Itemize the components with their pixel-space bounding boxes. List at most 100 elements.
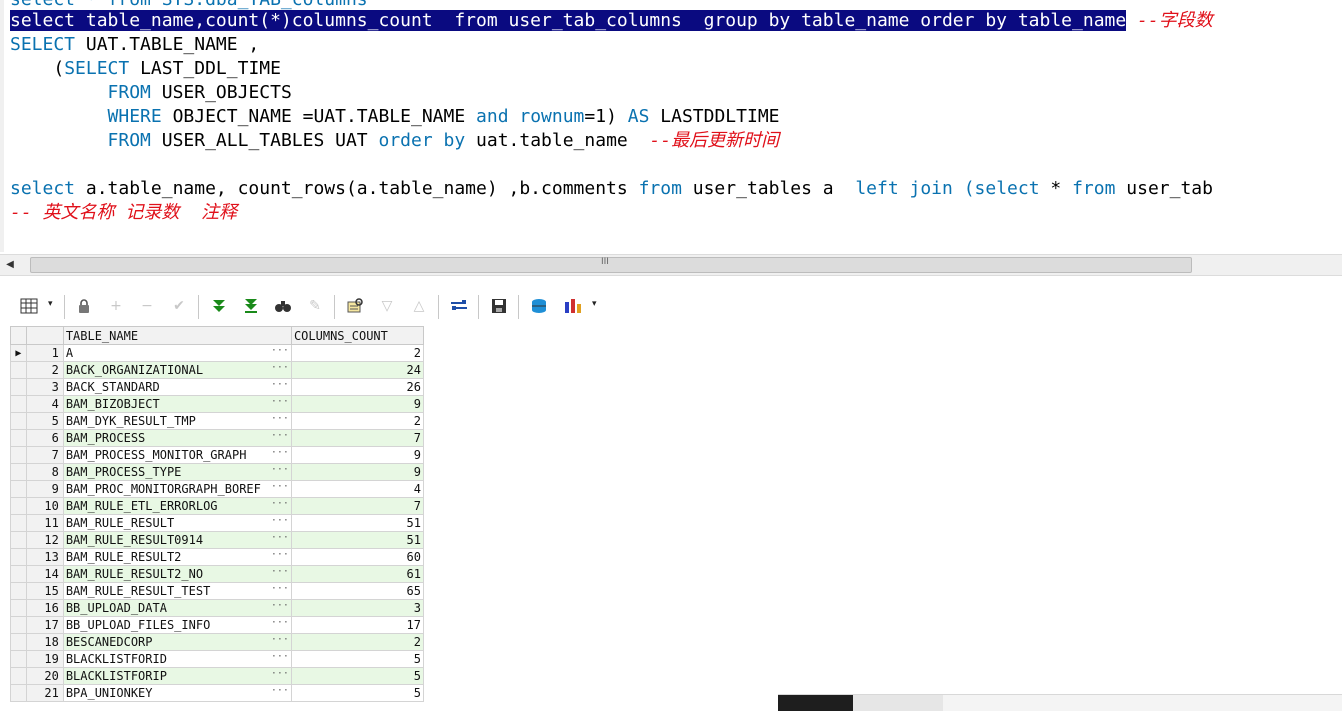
- cell-columns-count[interactable]: 7: [290, 429, 425, 447]
- column-header-columns-count[interactable]: COLUMNS_COUNT: [290, 326, 425, 345]
- cell-columns-count[interactable]: 26: [290, 378, 425, 396]
- save-icon[interactable]: [488, 295, 510, 317]
- next-icon[interactable]: △: [408, 295, 430, 317]
- cell-table-name[interactable]: BAM_RULE_RESULT0914 ···: [62, 531, 292, 549]
- cell-columns-count[interactable]: 9: [290, 395, 425, 413]
- cell-table-name[interactable]: BLACKLISTFORIP ···: [62, 667, 292, 685]
- cell-ellipsis-button[interactable]: ···: [271, 448, 289, 459]
- cell-ellipsis-button[interactable]: ···: [271, 669, 289, 680]
- table-row[interactable]: 14 BAM_RULE_RESULT2_NO ··· 61: [10, 565, 425, 583]
- cell-table-name[interactable]: BESCANEDCORP ···: [62, 633, 292, 651]
- cell-columns-count[interactable]: 61: [290, 565, 425, 583]
- cell-columns-count[interactable]: 51: [290, 531, 425, 549]
- cell-table-name[interactable]: BAM_PROC_MONITORGRAPH_BOREF ···: [62, 480, 292, 498]
- table-row[interactable]: 7 BAM_PROCESS_MONITOR_GRAPH ··· 9: [10, 446, 425, 464]
- cell-table-name[interactable]: BAM_DYK_RESULT_TMP ···: [62, 412, 292, 430]
- cell-ellipsis-button[interactable]: ···: [271, 499, 289, 510]
- table-row[interactable]: 20 BLACKLISTFORIP ··· 5: [10, 667, 425, 685]
- scroll-left-arrow-icon[interactable]: ◀: [2, 258, 18, 272]
- export-icon[interactable]: [528, 295, 550, 317]
- cell-columns-count[interactable]: 51: [290, 514, 425, 532]
- cell-ellipsis-button[interactable]: ···: [271, 533, 289, 544]
- result-grid[interactable]: TABLE_NAME COLUMNS_COUNT ▶ 1 A ··· 2 2 BACK_OR…: [10, 326, 425, 702]
- cell-ellipsis-button[interactable]: ···: [271, 516, 289, 527]
- cell-columns-count[interactable]: 3: [290, 599, 425, 617]
- table-row[interactable]: 16 BB_UPLOAD_DATA ··· 3: [10, 599, 425, 617]
- refresh-icon[interactable]: [448, 295, 470, 317]
- cell-ellipsis-button[interactable]: ···: [271, 482, 289, 493]
- cell-columns-count[interactable]: 24: [290, 361, 425, 379]
- cell-table-name[interactable]: BAM_RULE_RESULT_TEST ···: [62, 582, 292, 600]
- grid-view-icon[interactable]: [18, 295, 40, 317]
- cell-columns-count[interactable]: 65: [290, 582, 425, 600]
- cell-ellipsis-button[interactable]: ···: [271, 618, 289, 629]
- table-row[interactable]: 8 BAM_PROCESS_TYPE ··· 9: [10, 463, 425, 481]
- table-row[interactable]: 13 BAM_RULE_RESULT2 ··· 60: [10, 548, 425, 566]
- table-row[interactable]: 21 BPA_UNIONKEY ··· 5: [10, 684, 425, 702]
- table-row[interactable]: ▶ 1 A ··· 2: [10, 344, 425, 362]
- add-record-icon[interactable]: +: [105, 295, 127, 317]
- table-row[interactable]: 11 BAM_RULE_RESULT ··· 51: [10, 514, 425, 532]
- table-row[interactable]: 3 BACK_STANDARD ··· 26: [10, 378, 425, 396]
- cell-table-name[interactable]: BPA_UNIONKEY ···: [62, 684, 292, 702]
- cell-table-name[interactable]: BAM_RULE_RESULT2 ···: [62, 548, 292, 566]
- cell-ellipsis-button[interactable]: ···: [271, 635, 289, 646]
- table-row[interactable]: 15 BAM_RULE_RESULT_TEST ··· 65: [10, 582, 425, 600]
- cell-table-name[interactable]: BAM_RULE_ETL_ERRORLOG ···: [62, 497, 292, 515]
- cell-columns-count[interactable]: 5: [290, 667, 425, 685]
- cell-ellipsis-button[interactable]: ···: [271, 465, 289, 476]
- table-row[interactable]: 2 BACK_ORGANIZATIONAL ··· 24: [10, 361, 425, 379]
- table-row[interactable]: 18 BESCANEDCORP ··· 2: [10, 633, 425, 651]
- cell-table-name[interactable]: BLACKLISTFORID ···: [62, 650, 292, 668]
- chart-dropdown-icon[interactable]: ▾: [592, 299, 597, 309]
- fetch-next-icon[interactable]: [208, 295, 230, 317]
- cell-ellipsis-button[interactable]: ···: [271, 380, 289, 391]
- table-row[interactable]: 10 BAM_RULE_ETL_ERRORLOG ··· 7: [10, 497, 425, 515]
- table-row[interactable]: 12 BAM_RULE_RESULT0914 ··· 51: [10, 531, 425, 549]
- table-row[interactable]: 4 BAM_BIZOBJECT ··· 9: [10, 395, 425, 413]
- lock-icon[interactable]: [73, 295, 95, 317]
- fetch-last-icon[interactable]: [240, 295, 262, 317]
- cell-table-name[interactable]: BAM_RULE_RESULT ···: [62, 514, 292, 532]
- cell-table-name[interactable]: BB_UPLOAD_DATA ···: [62, 599, 292, 617]
- cell-ellipsis-button[interactable]: ···: [271, 363, 289, 374]
- cell-ellipsis-button[interactable]: ···: [271, 414, 289, 425]
- cell-columns-count[interactable]: 2: [290, 633, 425, 651]
- cell-table-name[interactable]: BAM_RULE_RESULT2_NO ···: [62, 565, 292, 583]
- previous-icon[interactable]: ▽: [376, 295, 398, 317]
- cell-table-name[interactable]: BAM_PROCESS ···: [62, 429, 292, 447]
- cell-ellipsis-button[interactable]: ···: [271, 601, 289, 612]
- cell-ellipsis-button[interactable]: ···: [271, 652, 289, 663]
- post-changes-icon[interactable]: ✔: [168, 295, 190, 317]
- cell-columns-count[interactable]: 5: [290, 650, 425, 668]
- cell-columns-count[interactable]: 60: [290, 548, 425, 566]
- table-row[interactable]: 5 BAM_DYK_RESULT_TMP ··· 2: [10, 412, 425, 430]
- cell-columns-count[interactable]: 5: [290, 684, 425, 702]
- delete-record-icon[interactable]: −: [136, 295, 158, 317]
- cell-ellipsis-button[interactable]: ···: [271, 584, 289, 595]
- dropdown-arrow-icon[interactable]: ▾: [48, 299, 53, 309]
- table-row[interactable]: 17 BB_UPLOAD_FILES_INFO ··· 17: [10, 616, 425, 634]
- cell-table-name[interactable]: BAM_BIZOBJECT ···: [62, 395, 292, 413]
- column-header-table-name[interactable]: TABLE_NAME: [62, 326, 292, 345]
- find-icon[interactable]: [272, 295, 294, 317]
- cell-columns-count[interactable]: 7: [290, 497, 425, 515]
- cell-table-name[interactable]: BAM_PROCESS_MONITOR_GRAPH ···: [62, 446, 292, 464]
- cell-columns-count[interactable]: 2: [290, 412, 425, 430]
- cell-table-name[interactable]: BACK_STANDARD ···: [62, 378, 292, 396]
- scrollbar-thumb[interactable]: [30, 257, 1192, 273]
- clear-icon[interactable]: ✎: [304, 295, 326, 317]
- cell-table-name[interactable]: BAM_PROCESS_TYPE ···: [62, 463, 292, 481]
- cell-columns-count[interactable]: 2: [290, 344, 425, 362]
- cell-ellipsis-button[interactable]: ···: [271, 686, 289, 697]
- cell-ellipsis-button[interactable]: ···: [271, 346, 289, 357]
- cell-columns-count[interactable]: 4: [290, 480, 425, 498]
- cell-columns-count[interactable]: 9: [290, 463, 425, 481]
- cell-table-name[interactable]: A ···: [62, 344, 292, 362]
- cell-ellipsis-button[interactable]: ···: [271, 431, 289, 442]
- table-row[interactable]: 19 BLACKLISTFORID ··· 5: [10, 650, 425, 668]
- cell-table-name[interactable]: BB_UPLOAD_FILES_INFO ···: [62, 616, 292, 634]
- table-row[interactable]: 6 BAM_PROCESS ··· 7: [10, 429, 425, 447]
- query-by-example-icon[interactable]: [344, 295, 366, 317]
- editor-horizontal-scrollbar[interactable]: ◀ III: [0, 254, 1342, 276]
